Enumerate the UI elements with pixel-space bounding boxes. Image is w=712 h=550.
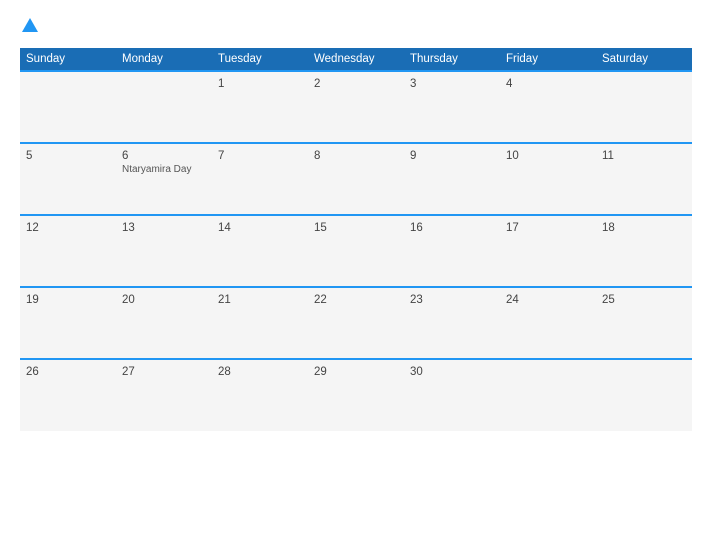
calendar-cell: 8: [308, 143, 404, 215]
day-number: 27: [122, 366, 206, 378]
day-number: 21: [218, 294, 302, 306]
calendar-page: SundayMondayTuesdayWednesdayThursdayFrid…: [0, 0, 712, 550]
calendar-cell: 3: [404, 71, 500, 143]
logo: [20, 18, 38, 34]
day-number: 12: [26, 222, 110, 234]
day-number: 28: [218, 366, 302, 378]
day-number: 16: [410, 222, 494, 234]
calendar-cell: 15: [308, 215, 404, 287]
calendar-cell: 13: [116, 215, 212, 287]
calendar-cell: 29: [308, 359, 404, 431]
calendar-cell: [596, 359, 692, 431]
day-number: 10: [506, 150, 590, 162]
day-number: 13: [122, 222, 206, 234]
calendar-cell: 16: [404, 215, 500, 287]
logo-row1: [20, 18, 38, 34]
weekday-header-sunday: Sunday: [20, 48, 116, 71]
calendar-cell: 30: [404, 359, 500, 431]
calendar-cell: [596, 71, 692, 143]
calendar-cell: 5: [20, 143, 116, 215]
header: [20, 18, 692, 34]
holiday-label: Ntaryamira Day: [122, 164, 206, 175]
calendar-cell: [20, 71, 116, 143]
calendar-body: 123456Ntaryamira Day78910111213141516171…: [20, 71, 692, 431]
weekday-header-wednesday: Wednesday: [308, 48, 404, 71]
calendar-cell: 23: [404, 287, 500, 359]
weekday-header-tuesday: Tuesday: [212, 48, 308, 71]
calendar-cell: 1: [212, 71, 308, 143]
calendar-cell: 10: [500, 143, 596, 215]
weekday-header-monday: Monday: [116, 48, 212, 71]
calendar-cell: 18: [596, 215, 692, 287]
logo-wrapper: [20, 18, 38, 34]
weekday-header-row: SundayMondayTuesdayWednesdayThursdayFrid…: [20, 48, 692, 71]
day-number: 24: [506, 294, 590, 306]
weekday-header-friday: Friday: [500, 48, 596, 71]
calendar-table: SundayMondayTuesdayWednesdayThursdayFrid…: [20, 48, 692, 431]
day-number: 8: [314, 150, 398, 162]
calendar-cell: 19: [20, 287, 116, 359]
calendar-cell: 27: [116, 359, 212, 431]
day-number: 22: [314, 294, 398, 306]
calendar-week-row: 12 13 14 15 16 17 18: [20, 215, 692, 287]
day-number: 18: [602, 222, 686, 234]
day-number: 19: [26, 294, 110, 306]
calendar-cell: 2: [308, 71, 404, 143]
day-number: 4: [506, 78, 590, 90]
calendar-cell: 4: [500, 71, 596, 143]
calendar-week-row: 1234: [20, 71, 692, 143]
calendar-cell: 26: [20, 359, 116, 431]
day-number: 20: [122, 294, 206, 306]
calendar-header: SundayMondayTuesdayWednesdayThursdayFrid…: [20, 48, 692, 71]
calendar-cell: 28: [212, 359, 308, 431]
calendar-cell: [500, 359, 596, 431]
calendar-cell: 6 Ntaryamira Day: [116, 143, 212, 215]
weekday-header-thursday: Thursday: [404, 48, 500, 71]
day-number: 30: [410, 366, 494, 378]
day-number: 9: [410, 150, 494, 162]
day-number: 26: [26, 366, 110, 378]
calendar-cell: 22: [308, 287, 404, 359]
day-number: 25: [602, 294, 686, 306]
day-number: 17: [506, 222, 590, 234]
calendar-cell: 12: [20, 215, 116, 287]
day-number: 23: [410, 294, 494, 306]
logo-triangle-icon: [22, 18, 38, 32]
day-number: 5: [26, 150, 110, 162]
calendar-cell: 11: [596, 143, 692, 215]
calendar-cell: 7: [212, 143, 308, 215]
day-number: 7: [218, 150, 302, 162]
calendar-cell: 25: [596, 287, 692, 359]
day-number: 11: [602, 150, 686, 162]
calendar-cell: 14: [212, 215, 308, 287]
calendar-cell: 20: [116, 287, 212, 359]
calendar-week-row: 56 Ntaryamira Day 789 10 11: [20, 143, 692, 215]
calendar-cell: 9: [404, 143, 500, 215]
day-number: 14: [218, 222, 302, 234]
day-number: 6: [122, 150, 206, 162]
day-number: 29: [314, 366, 398, 378]
weekday-header-saturday: Saturday: [596, 48, 692, 71]
day-number: 15: [314, 222, 398, 234]
day-number: 3: [410, 78, 494, 90]
calendar-cell: 17: [500, 215, 596, 287]
day-number: 1: [218, 78, 302, 90]
calendar-cell: 24: [500, 287, 596, 359]
calendar-cell: [116, 71, 212, 143]
calendar-cell: 21: [212, 287, 308, 359]
calendar-week-row: 26 27 28 29 30: [20, 359, 692, 431]
day-number: 2: [314, 78, 398, 90]
calendar-week-row: 19 20 21 22 23 24 25: [20, 287, 692, 359]
